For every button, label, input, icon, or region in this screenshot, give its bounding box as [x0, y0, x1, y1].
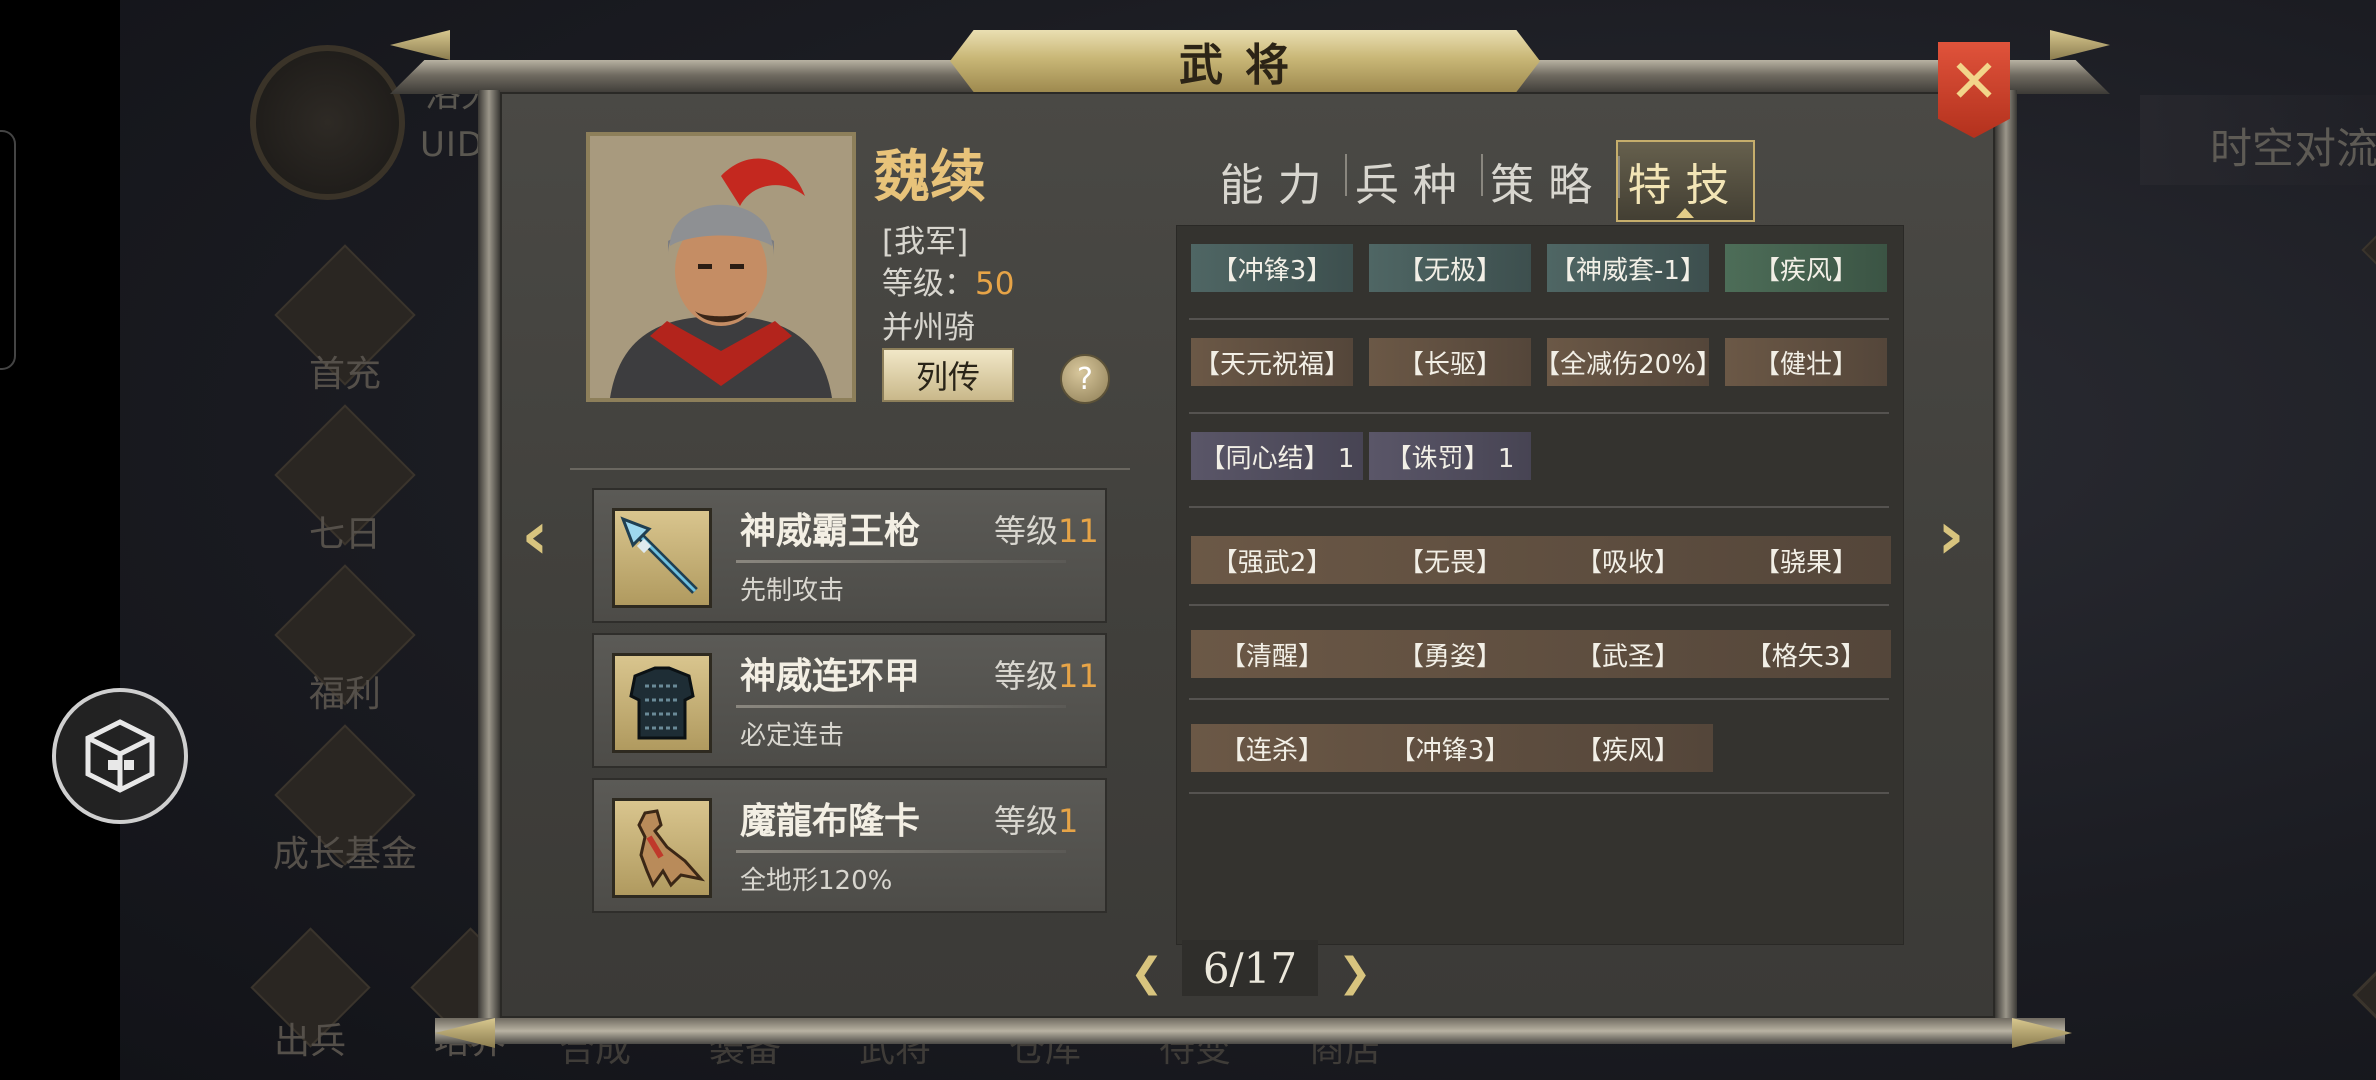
- equipment-name: 神威连环甲: [740, 656, 921, 697]
- rank-label: 排行: [2370, 265, 2376, 320]
- pager-indicator: 6/17: [1182, 940, 1318, 996]
- floating-assistant-button[interactable]: [52, 688, 188, 824]
- skill-chip[interactable]: 【勇姿】: [1369, 630, 1531, 678]
- tab-troop-type[interactable]: 兵种: [1345, 140, 1480, 222]
- general-portrait: [586, 132, 856, 402]
- equipment-level-value: 11: [1058, 657, 1099, 695]
- frame-right: [1995, 90, 2017, 1020]
- equipment-level-label: 等级: [994, 512, 1059, 550]
- pager-next-icon[interactable]: ❯: [1338, 950, 1372, 996]
- tab-ability[interactable]: 能力: [1210, 140, 1345, 222]
- cube-icon: [85, 719, 155, 793]
- equipment-level: 等级1: [994, 796, 1078, 842]
- general-unit-type: 并州骑: [882, 310, 975, 346]
- skill-chip[interactable]: 【同心结】 1: [1191, 432, 1363, 480]
- skill-row: 【同心结】 1 【诛罚】 1: [1189, 414, 1889, 508]
- skill-chip[interactable]: 【冲锋3】: [1191, 244, 1353, 292]
- tab-special-skills[interactable]: 特技: [1615, 140, 1755, 222]
- close-icon: ✕: [1948, 47, 2000, 117]
- equipment-level-value: 11: [1058, 512, 1099, 550]
- skill-chip[interactable]: 【无畏】: [1369, 536, 1531, 584]
- equipment-slot-weapon[interactable]: 神威霸王枪 等级11 先制攻击: [592, 488, 1107, 623]
- main-menu-button[interactable]: |||: [2352, 917, 2376, 1073]
- skill-row: 【清醒】 【勇姿】 【武圣】 【格矢3】: [1189, 606, 1891, 700]
- general-level-label: 等级：: [882, 266, 975, 302]
- equipment-name: 魔龍布隆卡: [740, 801, 921, 842]
- skill-chip[interactable]: 【全减伤20%】: [1534, 338, 1722, 386]
- skill-row: 【连杀】 【冲锋3】 【疾风】: [1189, 700, 1889, 794]
- equipment-level: 等级11: [994, 651, 1099, 697]
- tab-strategy[interactable]: 策略: [1480, 140, 1616, 222]
- skills-panel: 【冲锋3】 【无极】 【神威套-1】 【疾风】 【天元祝福】 【长驱】 【全减伤…: [1176, 225, 1904, 945]
- general-name: 魏续: [874, 144, 986, 210]
- menu-label: 出兵: [273, 1021, 346, 1062]
- equipment-level: 等级11: [994, 506, 1099, 552]
- prev-general-arrow-icon[interactable]: ‹: [512, 497, 558, 574]
- dialog-title-plate: 武将: [950, 30, 1540, 92]
- skill-chip[interactable]: 【骁果】: [1725, 536, 1887, 584]
- skill-chip[interactable]: 【连杀】: [1191, 724, 1353, 772]
- biography-button[interactable]: 列传: [882, 348, 1014, 402]
- equipment-level-label: 等级: [994, 802, 1059, 840]
- skill-chip[interactable]: 【天元祝福】: [1191, 338, 1353, 386]
- skill-chip[interactable]: 【健壮】: [1725, 338, 1887, 386]
- skill-chip[interactable]: 【格矢3】: [1725, 630, 1887, 678]
- skill-chip[interactable]: 【疾风】: [1547, 724, 1709, 772]
- next-general-arrow-icon[interactable]: ›: [1928, 497, 1974, 574]
- skill-chip[interactable]: 【疾风】: [1725, 244, 1887, 292]
- pager-prev-icon[interactable]: ❮: [1130, 950, 1164, 996]
- side-drawer-handle[interactable]: [0, 130, 16, 370]
- menu-deploy[interactable]: 出兵: [249, 927, 371, 1064]
- equipment-effect: 必定连击: [740, 721, 845, 751]
- frame-bottom: [435, 1018, 2065, 1044]
- equipment-divider: [736, 850, 1066, 853]
- skill-chip[interactable]: 【冲锋3】: [1369, 724, 1531, 772]
- equipment-name: 神威霸王枪: [740, 511, 921, 552]
- skill-chip[interactable]: 【吸收】: [1547, 536, 1709, 584]
- general-portrait-image: [590, 136, 852, 398]
- event-banner-label: 时空对流层: [2210, 124, 2376, 173]
- player-avatar[interactable]: [250, 45, 405, 200]
- general-level: 等级：50: [882, 258, 1014, 303]
- skill-row: 【天元祝福】 【长驱】 【全减伤20%】 【健壮】: [1189, 320, 1889, 414]
- tab-bar: 能力 兵种 策略 特技: [1210, 140, 1755, 222]
- equipment-divider: [736, 560, 1066, 563]
- help-icon[interactable]: ?: [1060, 354, 1110, 404]
- frame-corner: [2050, 30, 2110, 60]
- frame-corner: [390, 30, 450, 60]
- skill-row: 【冲锋3】 【无极】 【神威套-1】 【疾风】: [1189, 226, 1889, 320]
- spear-icon: [612, 508, 712, 608]
- skill-chip[interactable]: 【无极】: [1369, 244, 1531, 292]
- equipment-slot-mount[interactable]: 魔龍布隆卡 等级1 全地形120%: [592, 778, 1107, 913]
- skill-chip[interactable]: 【诛罚】 1: [1369, 432, 1531, 480]
- close-button[interactable]: ✕: [1938, 42, 2010, 138]
- skill-chip[interactable]: 【长驱】: [1369, 338, 1531, 386]
- equipment-slot-armor[interactable]: 神威连环甲 等级11 必定连击: [592, 633, 1107, 768]
- skill-chip[interactable]: 【清醒】: [1191, 630, 1353, 678]
- skill-chip[interactable]: 【强武2】: [1191, 536, 1353, 584]
- section-divider: [570, 468, 1130, 470]
- equipment-effect: 全地形120%: [740, 866, 893, 896]
- skill-row: 【强武2】 【无畏】 【吸收】 【骁果】: [1189, 508, 1891, 606]
- event-banner[interactable]: 时空对流层: [2140, 95, 2376, 185]
- equipment-level-value: 1: [1058, 802, 1079, 840]
- skill-chip[interactable]: 【神威套-1】: [1547, 244, 1709, 292]
- general-faction: [我军]: [882, 224, 969, 260]
- general-dialog: 武将 ✕ 魏续 [我军] 等级：50 并州骑 列传 ? 神威霸王枪 等级11 先…: [390, 30, 2110, 1050]
- equipment-effect: 先制攻击: [740, 576, 845, 606]
- rank-button[interactable]: 排行: [2361, 186, 2376, 320]
- dialog-title: 武将: [1179, 40, 1311, 91]
- general-level-value: 50: [975, 266, 1015, 302]
- skill-chip[interactable]: 【武圣】: [1547, 630, 1709, 678]
- frame-left: [478, 90, 500, 1020]
- dragon-mount-icon: [612, 798, 712, 898]
- equipment-level-label: 等级: [994, 657, 1059, 695]
- armor-icon: [612, 653, 712, 753]
- equipment-divider: [736, 705, 1066, 708]
